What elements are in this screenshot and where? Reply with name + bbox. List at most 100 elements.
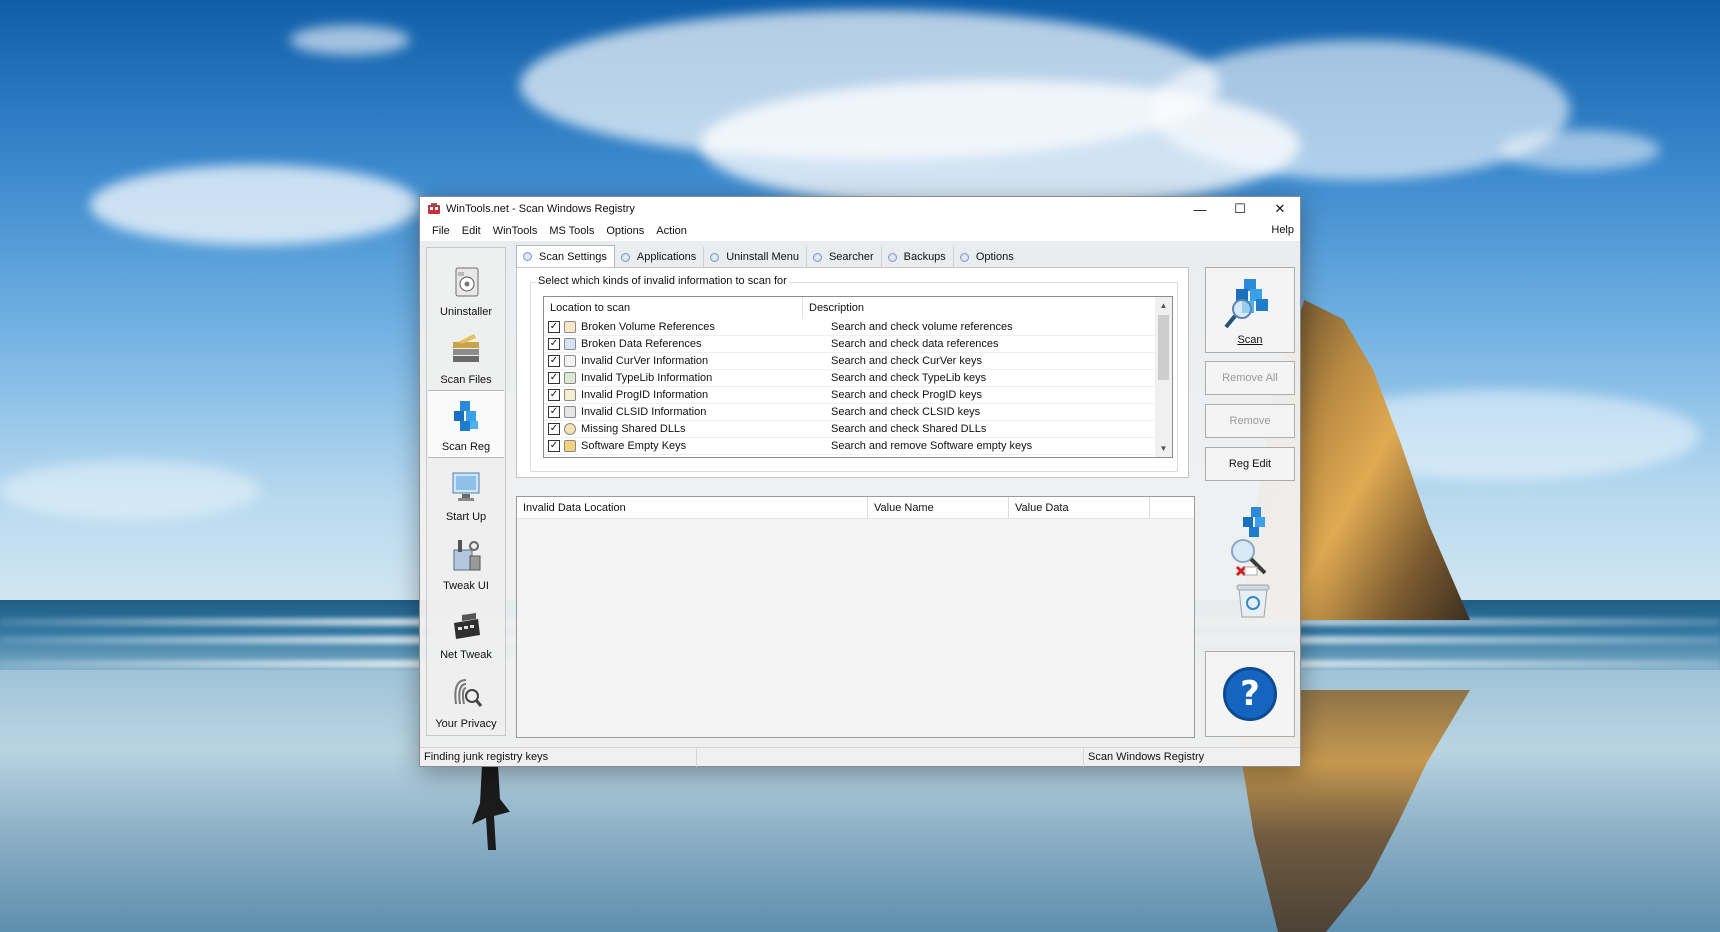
list-header: Location to scan Description [544,297,1156,319]
list-item[interactable]: ✓ Invalid ProgID Information Search and … [544,387,1156,404]
checkbox[interactable]: ✓ [548,389,560,401]
status-message: Finding junk registry keys [420,747,697,767]
tab-label: Options [975,251,1014,263]
list-rows: ✓ Broken Volume References Search and ch… [544,319,1156,455]
list-item[interactable]: ✓ Invalid TypeLib Information Search and… [544,370,1156,387]
cloud [290,25,410,55]
help-button[interactable]: ? [1205,651,1295,737]
tab-backups[interactable]: Backups [882,247,954,267]
checkbox[interactable]: ✓ [548,406,560,418]
list-item[interactable]: ✓ Invalid CLSID Information Search and c… [544,404,1156,421]
cloud [1500,130,1660,170]
scan-reg-icon [448,397,484,437]
window-title: WinTools.net - Scan Windows Registry [446,203,635,215]
row-description: Search and check Shared DLLs [831,423,987,435]
help-icon: ? [1223,667,1277,721]
menu-edit[interactable]: Edit [456,225,487,237]
column-header-invalid-location[interactable]: Invalid Data Location [517,497,868,519]
row-location: Invalid CLSID Information [581,406,707,418]
status-spacer [697,747,1084,767]
menu-help[interactable]: Help [1271,224,1294,236]
column-header-value-data[interactable]: Value Data [1009,497,1150,519]
remove-all-button[interactable]: Remove All [1205,361,1295,395]
scan-location-list[interactable]: Location to scan Description ✓ Broken Vo… [543,296,1173,458]
sidebar-item-uninstaller[interactable]: Uninstaller [428,254,504,322]
tab-scan-settings[interactable]: Scan Settings [516,245,615,267]
checkbox[interactable]: ✓ [548,355,560,367]
tweak-ui-icon [448,536,484,576]
tab-uninstall-menu[interactable]: Uninstall Menu [704,247,807,267]
menu-file[interactable]: File [426,225,456,237]
sidebar-item-tweak-ui[interactable]: Tweak UI [428,528,504,596]
scan-files-icon [448,330,484,370]
row-location: Broken Volume References [581,321,715,333]
row-description: Search and check TypeLib keys [831,372,987,384]
reg-edit-button[interactable]: Reg Edit [1205,447,1295,481]
list-item[interactable]: ✓ Broken Data References Search and chec… [544,336,1156,353]
radio-icon [523,252,532,261]
tab-label: Searcher [828,251,874,263]
sidebar-item-net-tweak[interactable]: Net Tweak [428,597,504,665]
checkbox[interactable]: ✓ [548,372,560,384]
results-table[interactable]: Invalid Data Location Value Name Value D… [516,496,1195,738]
tab-applications[interactable]: Applications [615,247,705,267]
tab-searcher[interactable]: Searcher [807,247,882,267]
registry-cleanup-illustration [1225,505,1281,635]
row-location: Invalid ProgID Information [581,389,709,401]
app-icon [427,203,441,215]
list-item[interactable]: ✓ Broken Volume References Search and ch… [544,319,1156,336]
list-item[interactable]: ✓ Invalid CurVer Information Search and … [544,353,1156,370]
maximize-button[interactable]: ☐ [1220,197,1260,221]
progid-icon [564,389,576,401]
sidebar-item-label: Scan Files [440,374,492,386]
close-button[interactable]: ✕ [1260,197,1300,221]
uninstaller-icon [448,262,484,302]
menu-ms-tools[interactable]: MS Tools [543,225,600,237]
checkbox[interactable]: ✓ [548,338,560,350]
sidebar-item-label: Tweak UI [443,580,489,592]
tab-strip: Scan Settings Applications Uninstall Men… [516,245,1021,267]
tab-options[interactable]: Options [954,247,1021,267]
scan-registry-icon [1222,275,1278,334]
sidebar-item-start-up[interactable]: Start Up [428,459,504,527]
vertical-scrollbar[interactable]: ▲ ▼ [1155,297,1172,457]
menu-wintools[interactable]: WinTools [487,225,544,237]
tool-sidebar: Uninstaller Scan Files Scan Reg Start Up… [426,247,506,736]
checkbox[interactable]: ✓ [548,321,560,333]
row-location: Missing Shared DLLs [581,423,686,435]
radio-icon [812,252,822,262]
list-item[interactable]: ✓ Missing Shared DLLs Search and check S… [544,421,1156,438]
tab-label: Applications [636,251,697,263]
sidebar-item-label: Start Up [445,511,487,523]
row-description: Search and remove Software empty keys [831,440,1033,452]
row-description: Search and check CurVer keys [831,355,983,367]
column-header-location[interactable]: Location to scan [544,297,803,319]
sidebar-item-scan-files[interactable]: Scan Files [428,322,504,390]
sidebar-item-your-privacy[interactable]: Your Privacy [428,666,504,734]
remove-button[interactable]: Remove [1205,404,1295,438]
list-item[interactable]: ✓ Software Empty Keys Search and remove … [544,438,1156,455]
typelib-icon [564,372,576,384]
sidebar-item-scan-reg[interactable]: Scan Reg [428,390,504,458]
status-bar: Finding junk registry keys Scan Windows … [420,747,1300,767]
checkbox[interactable]: ✓ [548,423,560,435]
column-header-value-name[interactable]: Value Name [868,497,1009,519]
scroll-down-icon[interactable]: ▼ [1155,440,1172,457]
radio-icon [620,252,630,262]
scan-button[interactable]: Scan [1205,267,1295,353]
column-header-description[interactable]: Description [803,297,1156,319]
privacy-icon [448,674,484,714]
sidebar-item-label: Uninstaller [440,306,492,318]
net-tweak-icon [448,605,484,645]
minimize-button[interactable]: — [1180,197,1220,221]
scroll-up-icon[interactable]: ▲ [1155,297,1172,314]
menu-action[interactable]: Action [650,225,693,237]
title-bar[interactable]: WinTools.net - Scan Windows Registry — ☐… [420,197,1300,221]
scroll-thumb[interactable] [1158,315,1169,380]
radio-icon [959,252,969,262]
remove-label: Remove [1229,415,1271,427]
menu-options[interactable]: Options [600,225,650,237]
checkbox[interactable]: ✓ [548,440,560,452]
menu-bar: File Edit WinTools MS Tools Options Acti… [420,221,1300,241]
sidebar-item-label: Scan Reg [441,441,491,453]
